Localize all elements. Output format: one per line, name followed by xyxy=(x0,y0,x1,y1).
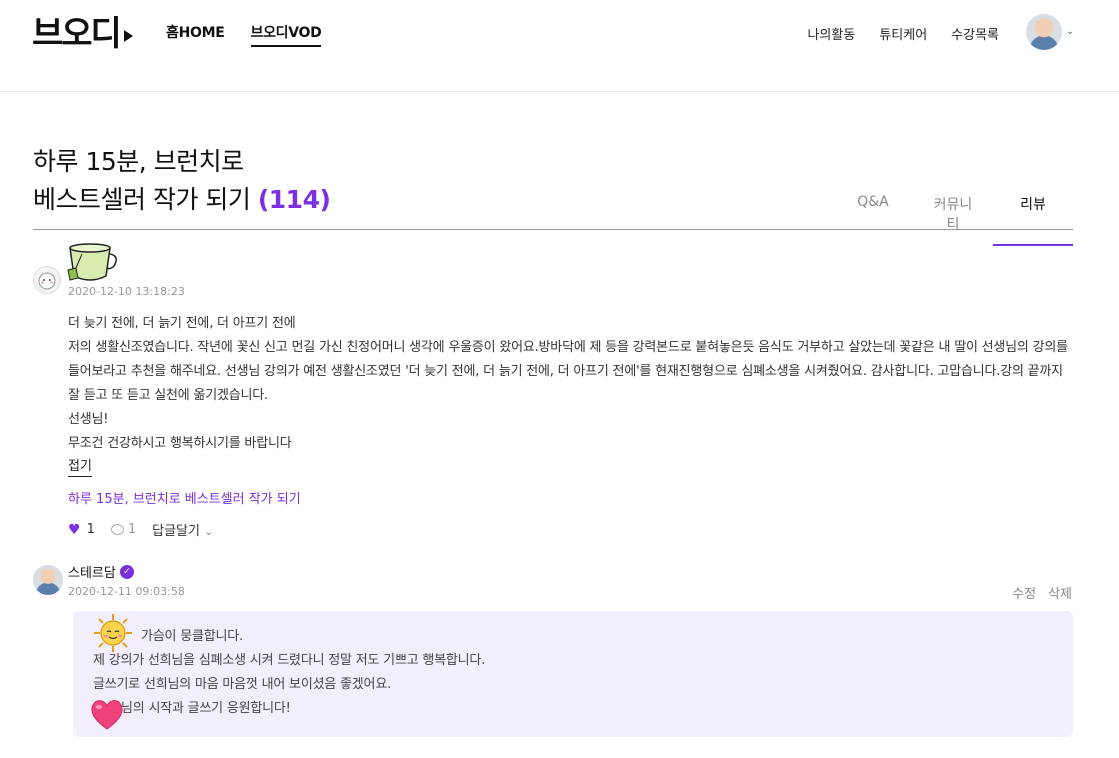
reviewer-avatar xyxy=(33,266,61,294)
logo[interactable]: 브오디 xyxy=(32,14,133,54)
comment-count: 1 xyxy=(127,522,137,537)
comment-body: 가슴이 뭉클합니다. 제 강의가 선희님을 심폐소생 시켜 드렸다니 정말 저도… xyxy=(93,625,485,721)
comment-line: 제 강의가 선희님을 심폐소생 시켜 드렸다니 정말 저도 기쁘고 행복합니다. xyxy=(93,653,486,668)
review-line: 저의 생활신조였습니다. 작년에 꽃신 신고 먼길 가신 친정어머니 생각에 우… xyxy=(68,340,1068,403)
commenter-name-text: 스테르담 xyxy=(68,566,116,581)
comment-controls: 수정 삭제 xyxy=(1012,583,1072,602)
sun-sticker xyxy=(94,614,132,652)
delete-button[interactable]: 삭제 xyxy=(1048,583,1072,602)
top-header: 브오디 홈HOME 브오디VOD 나의활동 튜티케어 수강목록 ⌄ xyxy=(0,0,1119,92)
review-actions: ♥ 1 1 답글달기 ⌄ xyxy=(68,520,213,540)
tab-community[interactable]: 커뮤니티 xyxy=(913,184,993,246)
comment-line: 님의 시작과 글쓰기 응원합니다! xyxy=(121,701,291,716)
reply-button[interactable]: 답글달기 ⌄ xyxy=(152,520,213,539)
review-line: 더 늦기 전에, 더 늙기 전에, 더 아프기 전에 xyxy=(68,316,296,331)
verified-badge-icon: ✓ xyxy=(119,564,134,579)
title-divider xyxy=(33,229,1073,230)
edit-button[interactable]: 수정 xyxy=(1012,583,1036,602)
review-line: 선생님! xyxy=(68,412,109,427)
like-button[interactable]: ♥ 1 xyxy=(68,522,95,538)
play-icon xyxy=(123,30,133,42)
logo-text: 브오디 xyxy=(32,14,122,54)
nav-home[interactable]: 홈HOME xyxy=(166,22,225,47)
commenter-name: 스테르담 ✓ xyxy=(68,562,134,581)
user-nav: 나의활동 튜티케어 수강목록 xyxy=(807,24,999,43)
fold-button[interactable]: 접기 xyxy=(68,458,92,477)
heart-sticker xyxy=(91,700,123,730)
main-nav: 홈HOME 브오디VOD xyxy=(166,22,322,47)
commenter-avatar xyxy=(33,565,63,595)
like-count: 1 xyxy=(86,522,95,537)
comment-date: 2020-12-11 09:03:58 xyxy=(68,585,185,598)
comment-count-button[interactable]: 1 xyxy=(110,522,137,537)
speech-bubble-icon xyxy=(110,524,124,535)
heart-icon: ♥ xyxy=(68,521,81,538)
course-title: 하루 15분, 브런치로 베스트셀러 작가 되기 (114) xyxy=(33,143,331,219)
nav-course-list[interactable]: 수강목록 xyxy=(951,24,999,43)
tab-review[interactable]: 리뷰 xyxy=(993,184,1073,246)
character-icon xyxy=(38,272,56,290)
user-avatar[interactable] xyxy=(1026,14,1062,50)
review-line: 무조건 건강하시고 행복하시기를 바랍니다 xyxy=(68,436,292,451)
chevron-down-icon: ⌄ xyxy=(204,525,214,538)
course-tabs: Q&A 커뮤니티 리뷰 xyxy=(833,184,1073,246)
course-title-line2: 베스트셀러 작가 되기 xyxy=(33,185,251,214)
course-title-line1: 하루 15분, 브런치로 xyxy=(33,147,244,176)
nav-my-activity[interactable]: 나의활동 xyxy=(807,24,855,43)
course-link[interactable]: 하루 15분, 브런치로 베스트셀러 작가 되기 xyxy=(68,488,301,507)
nav-tutee-care[interactable]: 튜티케어 xyxy=(879,24,927,43)
tea-cup-sticker xyxy=(67,243,117,281)
chevron-down-icon[interactable]: ⌄ xyxy=(1066,26,1074,37)
comment-line: 글쓰기로 선희님의 마음 마음껏 내어 보이셨음 좋겠어요. xyxy=(93,677,392,692)
nav-vod[interactable]: 브오디VOD xyxy=(250,22,322,47)
review-date: 2020-12-10 13:18:23 xyxy=(68,285,185,298)
tab-qna[interactable]: Q&A xyxy=(833,184,913,246)
review-body: 더 늦기 전에, 더 늙기 전에, 더 아프기 전에 저의 생활신조였습니다. … xyxy=(68,312,1071,456)
comment-line: 가슴이 뭉클합니다. xyxy=(141,629,243,644)
reply-label: 답글달기 xyxy=(152,524,200,539)
review-count: (114) xyxy=(257,185,331,214)
